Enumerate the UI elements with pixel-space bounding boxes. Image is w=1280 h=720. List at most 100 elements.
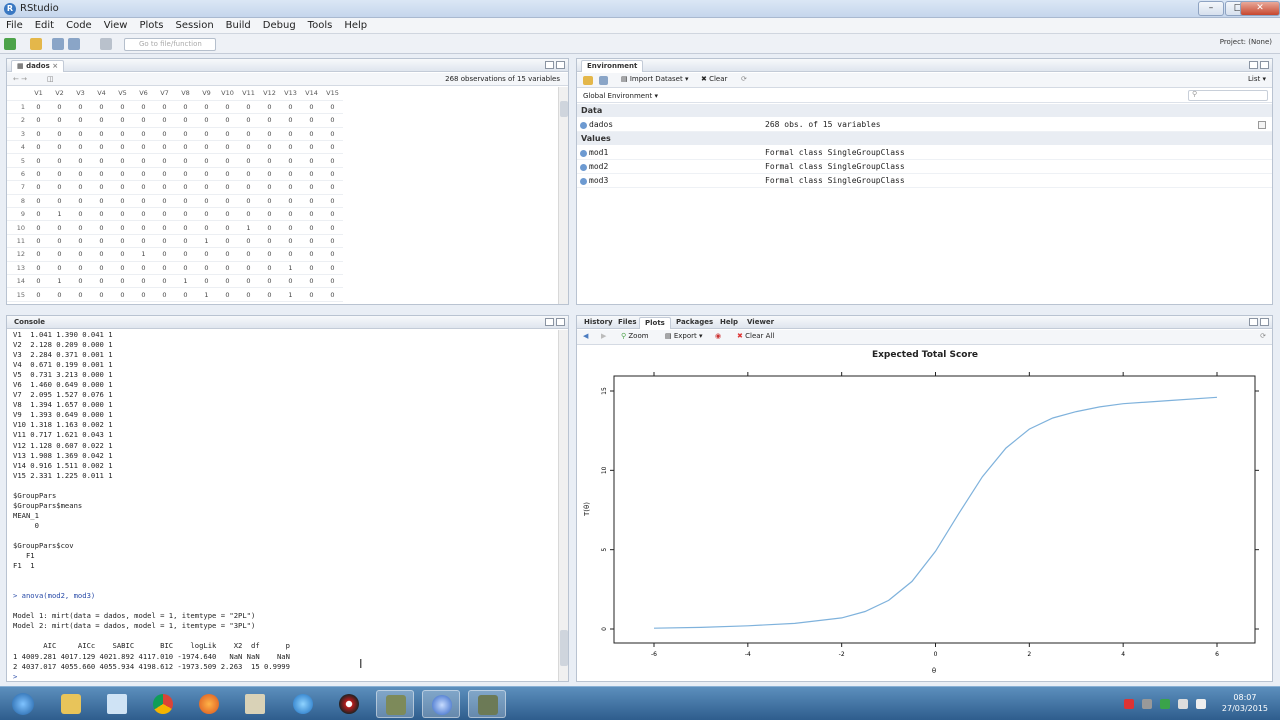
taskbar-r-app[interactable] [422,690,460,718]
column-header[interactable]: V6 [133,87,154,101]
taskbar-explorer[interactable] [52,690,90,718]
expand-icon[interactable] [580,150,587,157]
tray-flag-icon[interactable] [1124,699,1134,709]
tab-files[interactable]: Files [613,317,642,329]
table-row: 9010000000000000 [7,207,343,222]
taskbar-firefox[interactable] [190,690,228,718]
scroll-thumb[interactable] [560,630,568,666]
close-button[interactable]: ✕ [1240,1,1280,16]
column-header[interactable]: V14 [301,87,322,101]
view-data-icon[interactable] [1258,121,1266,129]
menu-help[interactable]: Help [338,18,373,34]
pane-minimize-icon[interactable] [1249,318,1258,326]
open-file-icon[interactable] [30,38,42,50]
column-header[interactable]: V13 [280,87,301,101]
previous-plot-icon[interactable]: ◀ [583,332,588,340]
taskbar-notepad[interactable] [98,690,136,718]
env-row-dados[interactable]: dados 268 obs. of 15 variables [577,118,1272,132]
tab-packages[interactable]: Packages [671,317,718,329]
save-all-icon[interactable] [68,38,80,50]
volume-icon[interactable] [1196,699,1206,709]
print-icon[interactable] [100,38,112,50]
column-header[interactable]: V9 [196,87,217,101]
pane-maximize-icon[interactable] [1260,318,1269,326]
menu-code[interactable]: Code [60,18,98,34]
save-workspace-icon[interactable] [599,76,608,85]
expand-icon[interactable] [580,122,587,129]
column-header[interactable]: V8 [175,87,196,101]
export-button[interactable]: ▤ Export ▾ [665,332,703,340]
menu-tools[interactable]: Tools [302,18,339,34]
refresh-icon[interactable]: ⟳ [741,75,747,83]
console-output[interactable]: V1 1.041 1.390 0.041 1 V2 2.128 0.209 0.0… [13,330,553,681]
menu-plots[interactable]: Plots [133,18,169,34]
scroll-thumb[interactable] [560,101,568,117]
filter-icon[interactable]: ◫ [47,75,54,83]
tab-help[interactable]: Help [715,317,743,329]
tray-security-icon[interactable] [1160,699,1170,709]
env-row-mod1[interactable]: mod1 Formal class SingleGroupClass [577,146,1272,160]
save-icon[interactable] [52,38,64,50]
remove-plot-icon[interactable]: ◉ [715,332,721,340]
tab-dados[interactable]: ▦ dados × [11,60,65,72]
taskbar-ie[interactable] [284,690,322,718]
new-file-icon[interactable] [4,38,16,50]
minimize-button[interactable]: – [1198,1,1224,16]
menu-build[interactable]: Build [220,18,257,34]
goto-file-input[interactable]: Go to file/function [124,38,216,51]
taskbar-rstudio-cube[interactable] [376,690,414,718]
column-header[interactable]: V15 [322,87,343,101]
env-row-mod3[interactable]: mod3 Formal class SingleGroupClass [577,174,1272,188]
env-search-input[interactable]: ⚲ [1188,90,1268,101]
taskbar-recorder[interactable] [330,690,368,718]
column-header[interactable]: V7 [154,87,175,101]
tab-history[interactable]: History [579,317,618,329]
pane-maximize-icon[interactable] [1260,61,1269,69]
column-header[interactable]: V5 [112,87,133,101]
column-header[interactable]: V12 [259,87,280,101]
tray-app-icon[interactable] [1142,699,1152,709]
back-icon[interactable]: ← → [13,75,27,83]
next-plot-icon[interactable]: ▶ [601,332,606,340]
column-header[interactable]: V4 [91,87,112,101]
tab-viewer[interactable]: Viewer [742,317,779,329]
system-clock[interactable]: 08:07 27/03/2015 [1222,692,1268,714]
expand-icon[interactable] [580,178,587,185]
pane-minimize-icon[interactable] [1249,61,1258,69]
column-header[interactable]: V10 [217,87,238,101]
view-mode-select[interactable]: List ▾ [1248,75,1266,83]
taskbar-paint[interactable] [236,690,274,718]
menu-view[interactable]: View [98,18,134,34]
tab-plots[interactable]: Plots [639,317,671,329]
scope-select[interactable]: Global Environment ▾ [583,92,658,100]
column-header[interactable]: V1 [28,87,49,101]
console-scrollbar[interactable] [558,330,568,681]
env-row-mod2[interactable]: mod2 Formal class SingleGroupClass [577,160,1272,174]
load-workspace-icon[interactable] [583,76,593,85]
network-icon[interactable] [1178,699,1188,709]
pane-minimize-icon[interactable] [545,61,554,69]
taskbar-r-gui[interactable] [468,690,506,718]
refresh-icon[interactable]: ⟳ [1260,332,1266,340]
data-grid-scrollbar[interactable] [558,87,568,304]
taskbar-chrome[interactable] [144,690,182,718]
pane-maximize-icon[interactable] [556,61,565,69]
project-menu[interactable]: Project: (None) [1220,38,1272,46]
menu-session[interactable]: Session [170,18,220,34]
clear-env-button[interactable]: ✖ Clear [701,75,727,83]
zoom-button[interactable]: ⚲ Zoom [621,332,649,340]
column-header[interactable]: V3 [70,87,91,101]
menu-edit[interactable]: Edit [29,18,60,34]
menu-debug[interactable]: Debug [257,18,302,34]
start-button[interactable] [2,690,40,718]
pane-maximize-icon[interactable] [556,318,565,326]
column-header[interactable]: V11 [238,87,259,101]
column-header[interactable]: V2 [49,87,70,101]
tab-console[interactable]: Console [9,317,50,329]
pane-minimize-icon[interactable] [545,318,554,326]
clear-all-button[interactable]: ✖ Clear All [737,332,774,340]
tab-environment[interactable]: Environment [581,60,644,72]
import-dataset-button[interactable]: ▤ Import Dataset ▾ [621,75,688,83]
expand-icon[interactable] [580,164,587,171]
menu-file[interactable]: File [0,18,29,34]
